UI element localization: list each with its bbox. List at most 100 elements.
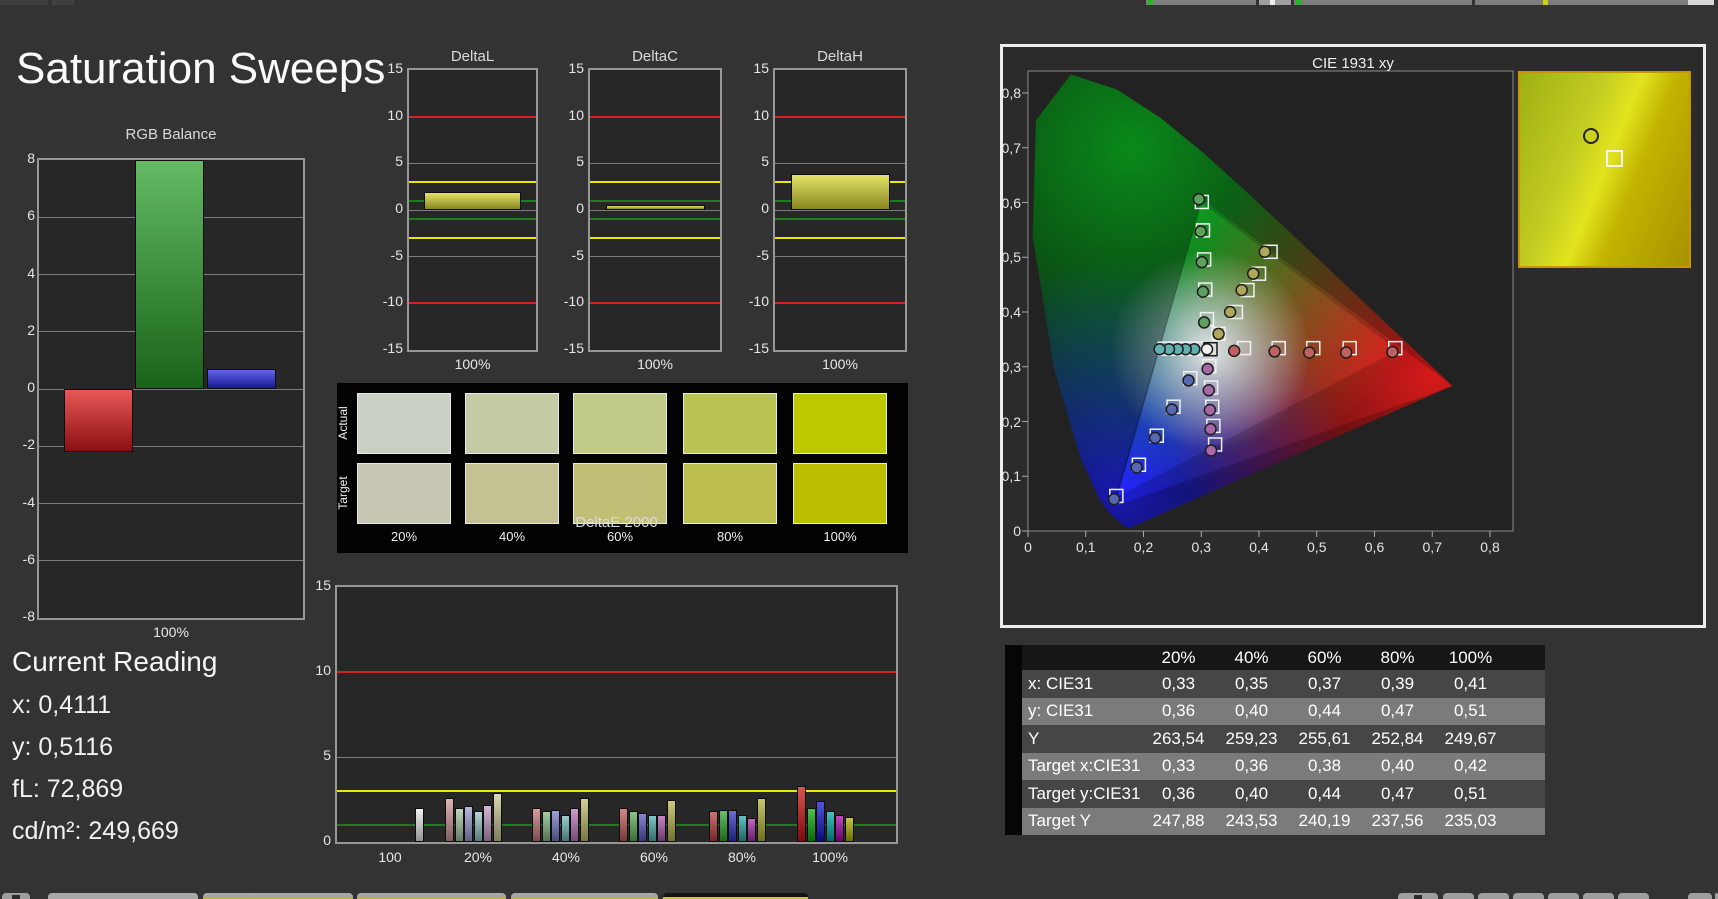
deltae-bar-80%-4 <box>747 818 757 842</box>
delta-l-chart <box>407 68 538 352</box>
table-cell: 100% <box>1434 645 1507 670</box>
table-row: Y 263,54 259,23 255,61 252,84 249,67 <box>1005 725 1545 753</box>
bottom-tab[interactable] <box>1688 893 1712 899</box>
delta-l-xlabel: 100% <box>454 356 491 372</box>
table-cell: 243,53 <box>1215 807 1288 835</box>
table-cell: 0,33 <box>1142 752 1215 780</box>
deltae-bar-80%-5 <box>757 797 766 842</box>
limit-line-#1f7a1f <box>409 218 536 221</box>
limit-line-#d42222 <box>409 302 536 305</box>
cie-ytick-label: 0,1 <box>1001 468 1021 485</box>
measured-point-green <box>1194 225 1207 238</box>
axis-tick-label: 10 <box>315 662 331 678</box>
deltae-xtick-label: 60% <box>639 849 669 865</box>
table-cell: 240,19 <box>1288 807 1361 835</box>
table-cell: 259,23 <box>1215 725 1288 753</box>
delta-bar <box>606 205 705 210</box>
axis-tick-label: -5 <box>756 246 769 263</box>
deltae-bar-40%-0 <box>532 808 541 842</box>
bottom-tab[interactable] <box>511 893 658 899</box>
tab-color-chip <box>1270 0 1275 5</box>
bottom-tab[interactable] <box>1583 893 1614 899</box>
delta-e-title: DeltaE 2000 <box>575 514 658 531</box>
top-tab-fragment[interactable] <box>1475 0 1701 5</box>
cie-ytick-label: 0 <box>1013 523 1021 539</box>
axis-tick-label: 10 <box>753 106 769 123</box>
cr-x-label: x: <box>12 691 32 719</box>
measured-point-magenta <box>1203 403 1217 417</box>
deltae-bar-40%-3 <box>560 814 570 842</box>
table-row-filler <box>1507 697 1545 725</box>
measured-point-yellow <box>1212 327 1225 341</box>
bottom-tab[interactable] <box>1443 893 1474 899</box>
table-icon-cell <box>1005 670 1022 698</box>
limit-line-#d42222 <box>590 115 720 118</box>
table-cell: 0,38 <box>1288 752 1361 780</box>
table-cell: 255,61 <box>1288 725 1361 753</box>
axis-tick-label: 5 <box>761 153 769 170</box>
axis-tick-label: 10 <box>387 106 403 123</box>
table-row-label: y: CIE31 <box>1022 697 1142 725</box>
swatch-actual-100% <box>793 393 887 454</box>
table-row-label: Target y:CIE31 <box>1022 780 1142 808</box>
gridline <box>409 162 536 164</box>
deltae-bar-40%-5 <box>580 797 589 842</box>
gridline <box>39 503 303 504</box>
deltae-bar-100%-1 <box>806 808 816 842</box>
table-row: Target x:CIE31 0,33 0,36 0,38 0,40 0,42 <box>1005 752 1545 780</box>
rgb-balance-title: RGB Balance <box>125 126 217 143</box>
axis-tick-label: 8 <box>27 150 35 166</box>
top-tab-fragment[interactable] <box>1294 0 1472 5</box>
top-tab-fragment[interactable] <box>1688 0 1714 5</box>
delta-bar <box>791 173 890 210</box>
top-tab-fragment[interactable] <box>1146 0 1256 5</box>
table-cell: 0,44 <box>1288 697 1361 725</box>
axis-tick-label: 0 <box>761 200 769 216</box>
bottom-tab[interactable] <box>203 893 353 899</box>
table-icon-cell <box>1005 752 1022 780</box>
top-tab-fragment[interactable] <box>0 0 48 5</box>
axis-tick-label: 0 <box>323 832 331 848</box>
nav-arrow-icon <box>12 895 20 899</box>
gridline <box>590 162 720 164</box>
axis-tick-label: -15 <box>382 340 403 356</box>
table-icon-cell <box>1005 697 1022 725</box>
cie-xtick-label: 0,8 <box>1480 539 1500 555</box>
bottom-tab-selected[interactable] <box>663 893 808 899</box>
deltae-bar-20%-4 <box>483 804 493 842</box>
rgb-balance-xlabel: 100% <box>153 624 189 640</box>
bottom-tab[interactable] <box>357 893 506 899</box>
inset-measured-point <box>1583 128 1600 145</box>
table-icon-cell <box>1005 645 1022 670</box>
table-cell: 263,54 <box>1142 725 1215 753</box>
deltae-bar-100%-3 <box>825 811 835 842</box>
deltae-bar-60%-3 <box>647 814 657 842</box>
measured-point-magenta <box>1204 444 1218 457</box>
top-tab-fragment[interactable] <box>52 0 74 5</box>
current-reading-fl: fL: 72,869 <box>12 775 123 804</box>
table-cell: 0,51 <box>1434 780 1507 808</box>
table-row: x: CIE31 0,33 0,35 0,37 0,39 0,41 <box>1005 670 1545 698</box>
bottom-tab[interactable] <box>1513 893 1544 899</box>
measured-point-magenta <box>1204 422 1217 436</box>
table-icon-cell <box>1005 725 1022 753</box>
table-row-filler <box>1507 752 1545 780</box>
table-row-label: Y <box>1022 725 1142 753</box>
bottom-tab[interactable] <box>1618 893 1649 899</box>
table-cell: 0,47 <box>1361 697 1434 725</box>
bottom-tab[interactable] <box>1548 893 1579 899</box>
deltae-bar-100-0 <box>415 808 424 842</box>
top-tab-fragment[interactable] <box>1259 0 1291 5</box>
delta-c-chart <box>588 68 722 352</box>
axis-tick-label: 5 <box>395 153 403 170</box>
rgb-bar-red <box>64 389 133 452</box>
table-cell: 249,67 <box>1434 725 1507 753</box>
bottom-tab[interactable] <box>48 893 198 899</box>
deltae-bar-20%-0 <box>445 797 454 842</box>
measured-point-white <box>1200 342 1214 356</box>
deltae-bar-80%-2 <box>728 809 738 842</box>
inset-target-point <box>1605 149 1623 167</box>
bottom-tab[interactable] <box>1478 893 1509 899</box>
table-row-filler <box>1507 645 1545 670</box>
table-header-row: 20% 40% 60% 80% 100% <box>1005 645 1545 670</box>
